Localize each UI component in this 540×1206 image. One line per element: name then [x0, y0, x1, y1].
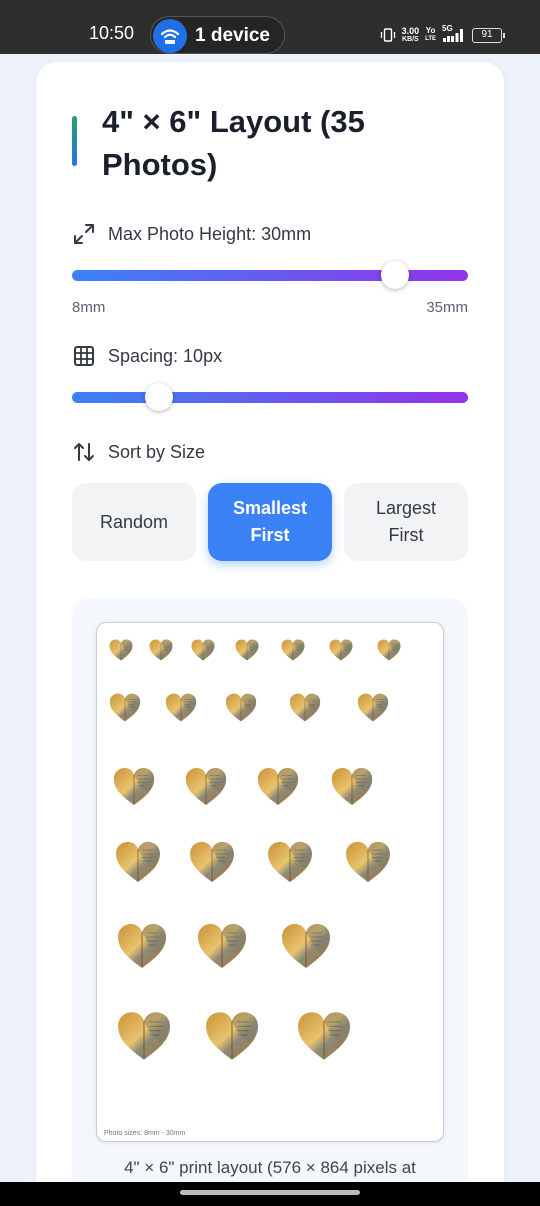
- photo-size-note: Photo sizes: 8mm - 30mm: [104, 1130, 186, 1137]
- heart-photo-12: [357, 693, 389, 722]
- status-icons: 3.00 KB/S Yo LTE 5G 91: [380, 24, 505, 45]
- title-accent-bar: [72, 116, 77, 166]
- height-min-label: 8mm: [72, 299, 106, 316]
- device-count-label: 1 device: [195, 25, 270, 46]
- preview-caption: 4" × 6" print layout (576 × 864 pixels a…: [124, 1158, 416, 1177]
- max-height-label: Max Photo Height: 30mm: [108, 223, 312, 244]
- grid-icon: [74, 346, 94, 366]
- sort-smallest-first-label: Smallest First: [232, 498, 308, 545]
- heart-photo-15: [257, 767, 299, 806]
- heart-photo-10: [225, 693, 257, 722]
- speed-unit: KB/S: [401, 35, 419, 43]
- heart-photo-16: [331, 767, 373, 806]
- layout-title: 4" × 6" Layout (35 Photos): [102, 104, 365, 182]
- spacing-label: Spacing: 10px: [108, 345, 223, 366]
- spacing-slider-thumb[interactable]: [145, 383, 174, 411]
- max-height-label-row: Max Photo Height: 30mm: [72, 222, 311, 246]
- sort-largest-first-label: Largest First: [375, 498, 437, 545]
- heart-photo-26: [297, 1011, 351, 1061]
- signal-icon: 5G: [442, 24, 466, 44]
- sort-icon: [74, 443, 94, 461]
- status-time: 10:50: [89, 23, 135, 43]
- heart-photo-9: [165, 693, 197, 722]
- sort-random-label: Random: [99, 511, 169, 532]
- volte-indicator: Yo LTE: [425, 27, 436, 43]
- speed-value: 3.00: [401, 25, 420, 36]
- heart-photo-25: [205, 1011, 259, 1061]
- heart-photo-22: [197, 923, 247, 969]
- heart-photo-20: [345, 841, 391, 883]
- heart-photo-17: [115, 841, 161, 883]
- network-speed: 3.00 KB/S: [401, 25, 420, 44]
- sort-random-button[interactable]: Random: [72, 483, 196, 561]
- height-max-label: 35mm: [426, 299, 468, 316]
- system-nav-bar: [0, 1182, 540, 1206]
- heart-photo-7: [377, 639, 401, 661]
- home-gesture-handle[interactable]: [180, 1190, 360, 1195]
- sort-label-row: Sort by Size: [72, 440, 205, 464]
- heart-photo-14: [185, 767, 227, 806]
- sort-label: Sort by Size: [108, 441, 206, 462]
- heart-photo-8: [109, 693, 141, 722]
- vibrate-icon: [380, 28, 395, 42]
- heart-photo-2: [149, 639, 173, 661]
- heart-photo-23: [281, 923, 331, 969]
- battery-icon: 91: [472, 27, 505, 43]
- heart-photo-21: [117, 923, 167, 969]
- print-sheet-preview: Photo sizes: 8mm - 30mm: [96, 622, 444, 1142]
- heart-photo-5: [281, 639, 305, 661]
- preview-container: Photo sizes: 8mm - 30mm 4" × 6" print la…: [72, 598, 468, 1206]
- heart-photo-1: [109, 639, 133, 661]
- heart-photo-3: [191, 639, 215, 661]
- heart-photo-4: [235, 639, 259, 661]
- heart-photo-13: [113, 767, 155, 806]
- spacing-label-row: Spacing: 10px: [72, 344, 222, 368]
- sort-largest-first-button[interactable]: Largest First: [344, 483, 468, 561]
- volte-bottom: LTE: [425, 36, 436, 42]
- volte-top: Yo: [425, 26, 436, 35]
- heart-photo-19: [267, 841, 313, 883]
- wifi-icon: [153, 19, 187, 53]
- max-height-slider[interactable]: [72, 261, 468, 289]
- spacing-slider[interactable]: [72, 383, 468, 411]
- connected-device-pill[interactable]: 1 device: [150, 16, 285, 54]
- layout-card: 4" × 6" Layout (35 Photos) Max Photo Hei…: [36, 62, 504, 1206]
- heart-photo-24: [117, 1011, 171, 1061]
- max-height-slider-thumb[interactable]: [380, 261, 409, 289]
- heart-photo-11: [289, 693, 321, 722]
- heart-photo-18: [189, 841, 235, 883]
- heart-photo-6: [329, 639, 353, 661]
- expand-icon: [74, 224, 94, 244]
- sort-smallest-first-button[interactable]: Smallest First: [208, 483, 332, 561]
- status-bar: 10:50 1 device 3.00 KB/S Yo LTE 5G 91: [0, 0, 540, 54]
